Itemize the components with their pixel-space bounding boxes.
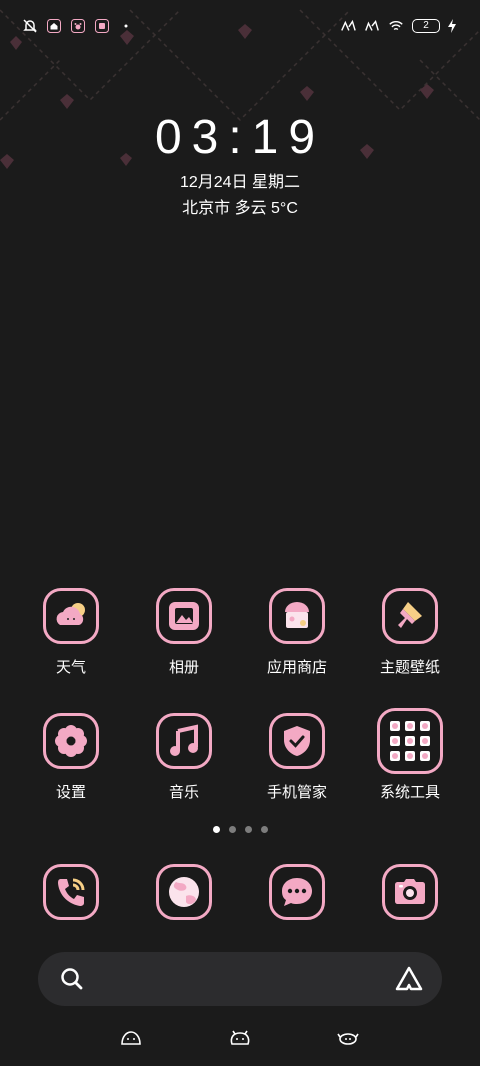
app-music[interactable]: 音乐 xyxy=(134,713,234,802)
app-gallery[interactable]: 相册 xyxy=(134,588,234,677)
nav-menu-button[interactable] xyxy=(116,1024,146,1052)
app-themes[interactable]: 主题壁纸 xyxy=(360,588,460,677)
app-label: 天气 xyxy=(55,659,86,676)
mute-bell-icon xyxy=(22,18,38,34)
phone-icon xyxy=(43,864,99,920)
shield-check-icon xyxy=(269,713,325,769)
app-label: 手机管家 xyxy=(266,784,327,801)
dock-camera[interactable] xyxy=(360,864,460,920)
paw-notif-icon xyxy=(70,18,86,34)
lock-clock[interactable]: 03:19 xyxy=(0,110,480,165)
battery-indicator: 2 xyxy=(412,18,460,34)
page-indicator xyxy=(0,826,480,833)
nav-home-button[interactable] xyxy=(225,1024,255,1052)
app-store-icon xyxy=(269,588,325,644)
app-settings[interactable]: 设置 xyxy=(21,713,121,802)
music-note-icon xyxy=(156,713,212,769)
page-dot-active[interactable] xyxy=(212,826,220,833)
navigation-bar xyxy=(0,1024,480,1052)
folder-grid-icon xyxy=(377,708,443,774)
search-bar[interactable] xyxy=(38,952,442,1006)
home-notif-icon xyxy=(46,18,62,34)
nav-back-button[interactable] xyxy=(333,1024,363,1052)
weather-cloud-icon xyxy=(43,588,99,644)
weather-label[interactable]: 北京市 多云 5°C xyxy=(0,194,480,218)
wifi-icon xyxy=(388,18,404,34)
battery-level: 2 xyxy=(412,19,440,33)
date-label: 12月24日 星期二 xyxy=(179,174,301,191)
signal-icon-1 xyxy=(340,18,356,34)
page-dot[interactable] xyxy=(244,826,252,833)
dot-icon xyxy=(118,18,134,34)
settings-flower-icon xyxy=(43,713,99,769)
charging-bolt-icon xyxy=(444,18,460,34)
app-label: 应用商店 xyxy=(266,659,327,676)
search-icon xyxy=(58,965,86,998)
assistant-icon[interactable] xyxy=(394,965,424,998)
dock-browser[interactable] xyxy=(134,864,234,920)
app-label: 系统工具 xyxy=(379,784,440,801)
messages-icon xyxy=(269,864,325,920)
browser-globe-icon xyxy=(156,864,212,920)
dock-messages[interactable] xyxy=(247,864,347,920)
app-store[interactable]: 应用商店 xyxy=(247,588,347,677)
app-weather[interactable]: 天气 xyxy=(21,588,121,677)
page-dot[interactable] xyxy=(260,826,268,833)
app-label: 音乐 xyxy=(168,784,199,801)
camera-icon xyxy=(382,864,438,920)
app-system-tools[interactable]: 系统工具 xyxy=(360,708,460,802)
photo-notif-icon xyxy=(94,18,110,34)
app-phone-manager[interactable]: 手机管家 xyxy=(247,713,347,802)
app-label: 设置 xyxy=(55,784,86,801)
app-label: 主题壁纸 xyxy=(379,659,440,676)
gallery-icon xyxy=(156,588,212,644)
status-bar: 2 xyxy=(22,14,460,38)
theme-brush-icon xyxy=(382,588,438,644)
signal-icon-2 xyxy=(364,18,380,34)
dock-phone[interactable] xyxy=(21,864,121,920)
app-label: 相册 xyxy=(168,659,199,676)
page-dot[interactable] xyxy=(228,826,236,833)
